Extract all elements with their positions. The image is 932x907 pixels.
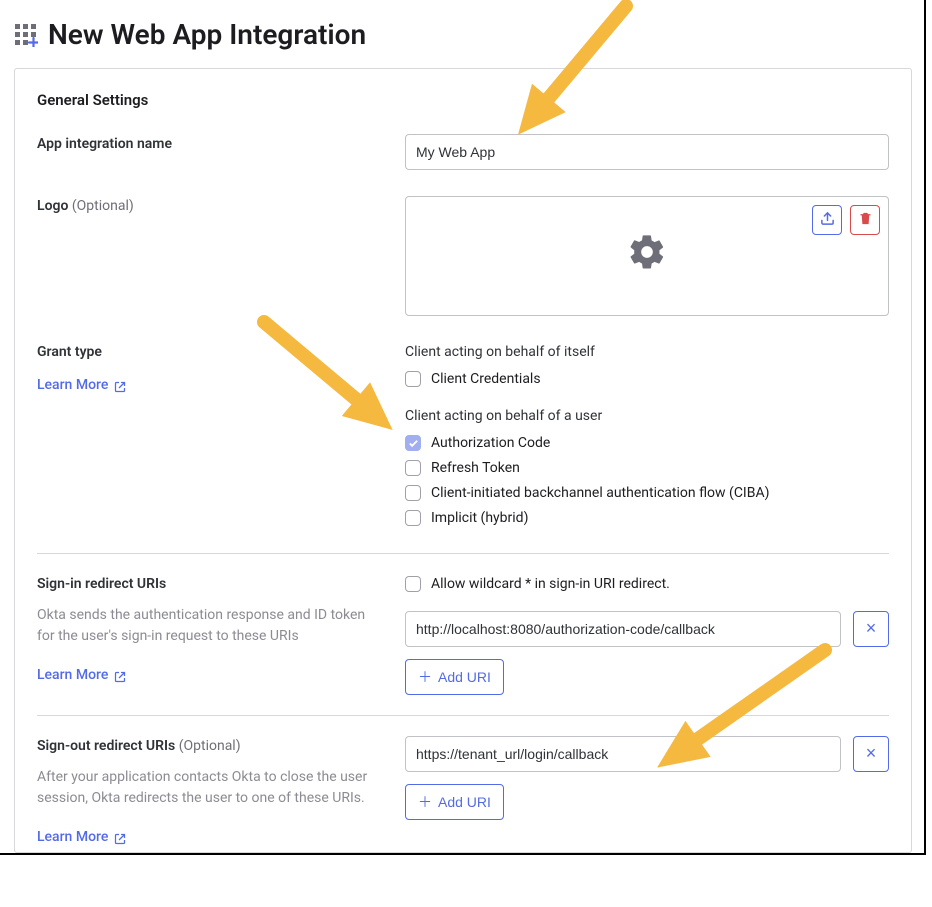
- grant-ciba[interactable]: Client-initiated backchannel authenticat…: [405, 483, 889, 504]
- checkbox-icon: [405, 485, 421, 501]
- signin-uri-remove-button[interactable]: ×: [853, 611, 889, 647]
- signin-label: Sign-in redirect URIs: [37, 574, 166, 595]
- grant-user-heading: Client acting on behalf of a user: [405, 406, 889, 427]
- grant-learn-more-link[interactable]: Learn More: [37, 375, 126, 396]
- close-icon: ×: [866, 743, 877, 764]
- external-link-icon: [114, 831, 126, 843]
- checkbox-icon: [405, 460, 421, 476]
- signout-uri-remove-button[interactable]: ×: [853, 736, 889, 772]
- logo-dropzone[interactable]: [405, 196, 889, 316]
- page-title: New Web App Integration: [48, 14, 366, 56]
- external-link-icon: [114, 379, 126, 391]
- grant-refresh-token-label: Refresh Token: [431, 458, 520, 479]
- external-link-icon: [114, 669, 126, 681]
- trash-icon: [858, 211, 873, 229]
- signout-learn-more-link[interactable]: Learn More: [37, 827, 126, 848]
- signout-optional: (Optional): [179, 738, 241, 754]
- signin-add-uri-button[interactable]: ＋ Add URI: [405, 659, 504, 695]
- plus-icon: ＋: [418, 667, 432, 687]
- upload-icon: [820, 211, 835, 229]
- signin-learn-more-text: Learn More: [37, 665, 108, 686]
- logo-optional: (Optional): [72, 198, 134, 214]
- grant-learn-more-text: Learn More: [37, 375, 108, 396]
- signin-wildcard-checkbox[interactable]: Allow wildcard * in sign-in URI redirect…: [405, 574, 670, 595]
- signout-add-uri-button[interactable]: ＋ Add URI: [405, 784, 504, 820]
- annotation-arrow-icon: [615, 640, 835, 800]
- checkbox-icon: [405, 510, 421, 526]
- close-icon: ×: [866, 618, 877, 639]
- grant-type-label: Grant type: [37, 342, 102, 363]
- gear-icon: [627, 232, 667, 279]
- signin-learn-more-link[interactable]: Learn More: [37, 665, 126, 686]
- signin-add-uri-label: Add URI: [438, 669, 491, 685]
- signin-wildcard-label: Allow wildcard * in sign-in URI redirect…: [431, 574, 670, 595]
- plus-icon: ＋: [418, 792, 432, 812]
- signout-help: After your application contacts Okta to …: [37, 767, 379, 809]
- annotation-arrow-icon: [252, 310, 432, 460]
- signout-label: Sign-out redirect URIs: [37, 736, 175, 757]
- grant-authorization-code[interactable]: Authorization Code: [405, 433, 889, 454]
- grant-client-credentials-label: Client Credentials: [431, 369, 541, 390]
- app-grid-icon: [14, 23, 38, 47]
- signin-help: Okta sends the authentication response a…: [37, 605, 379, 647]
- grant-authorization-code-label: Authorization Code: [431, 433, 550, 454]
- annotation-arrow-icon: [456, 0, 636, 140]
- delete-logo-button[interactable]: [850, 205, 880, 235]
- grant-client-credentials[interactable]: Client Credentials: [405, 369, 889, 390]
- checkbox-icon: [405, 576, 421, 592]
- logo-label: Logo: [37, 196, 68, 217]
- grant-implicit[interactable]: Implicit (hybrid): [405, 508, 889, 529]
- app-name-label: App integration name: [37, 134, 172, 155]
- grant-ciba-label: Client-initiated backchannel authenticat…: [431, 483, 769, 504]
- grant-self-heading: Client acting on behalf of itself: [405, 342, 889, 363]
- signout-learn-more-text: Learn More: [37, 827, 108, 848]
- grant-implicit-label: Implicit (hybrid): [431, 508, 528, 529]
- upload-logo-button[interactable]: [812, 205, 842, 235]
- signout-add-uri-label: Add URI: [438, 794, 491, 810]
- grant-refresh-token[interactable]: Refresh Token: [405, 458, 889, 479]
